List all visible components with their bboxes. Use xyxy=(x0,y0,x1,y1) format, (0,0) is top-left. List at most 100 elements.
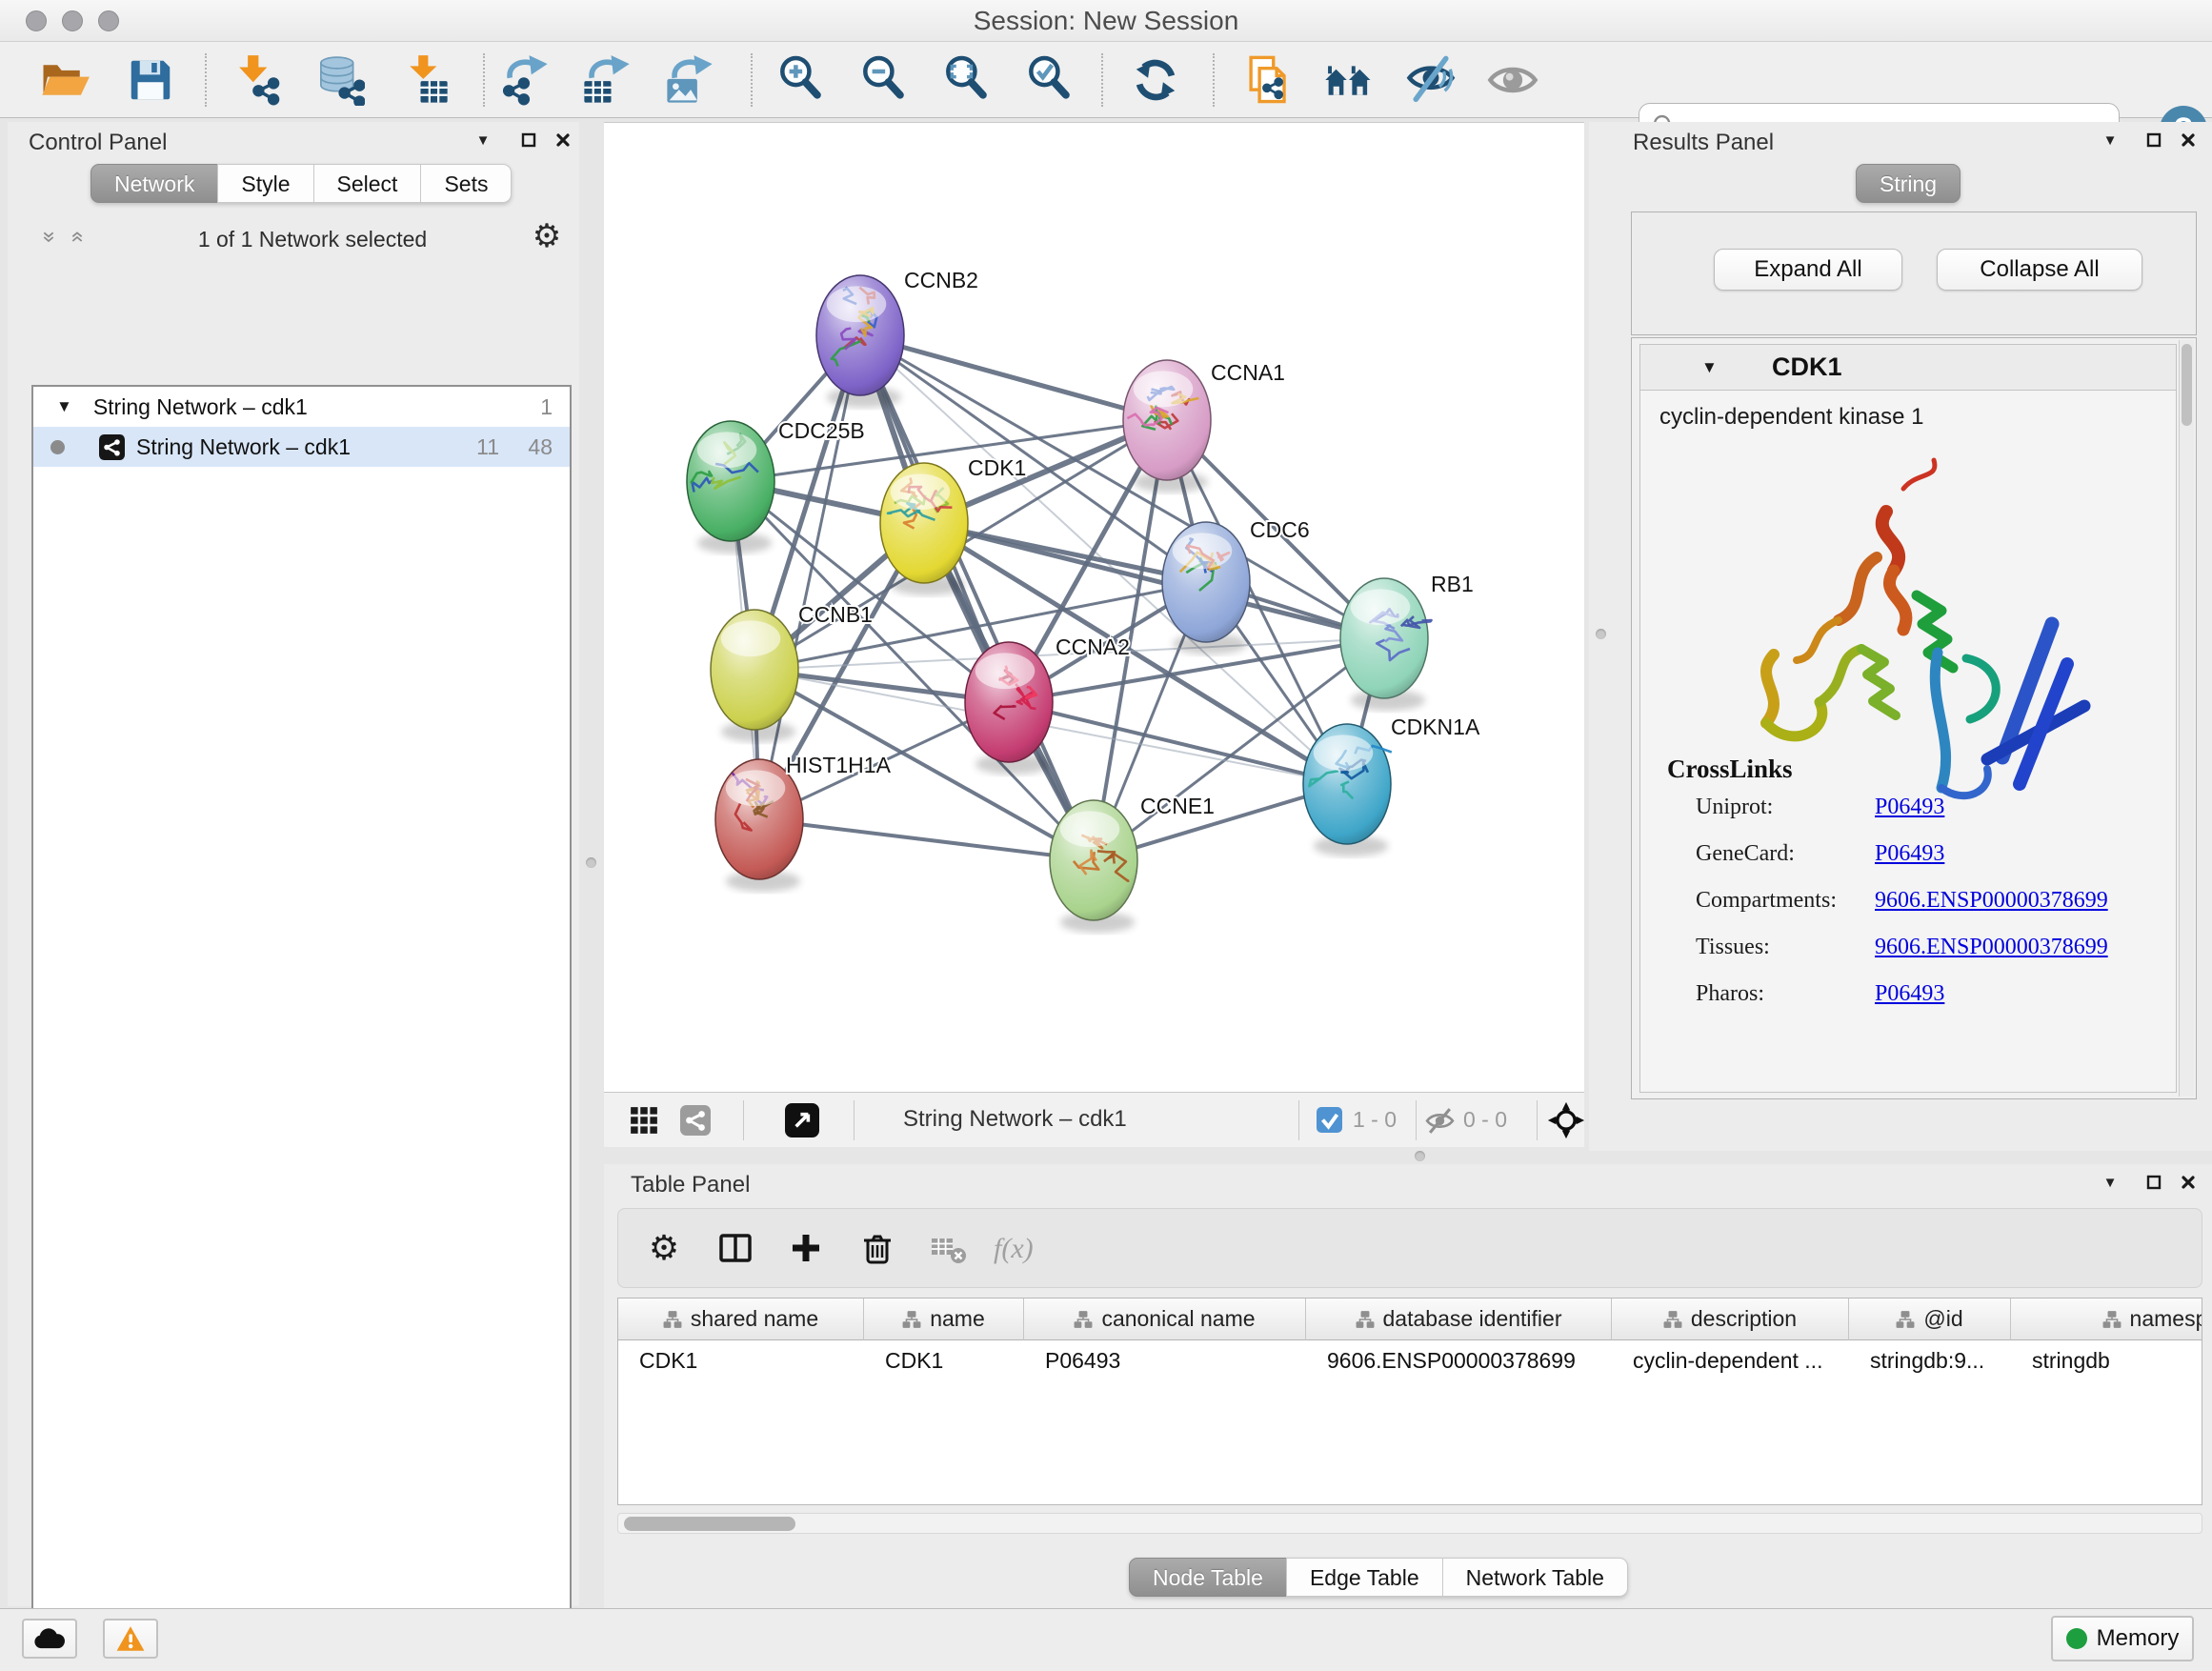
show-all-button[interactable] xyxy=(1487,54,1538,106)
table-panel-float-icon[interactable] xyxy=(2143,1172,2164,1193)
expand-all-button[interactable]: Expand All xyxy=(1714,249,1902,291)
table-cell[interactable]: cyclin-dependent ... xyxy=(1612,1340,1849,1380)
warnings-button[interactable] xyxy=(103,1619,158,1659)
column-header-namespace[interactable]: namespace xyxy=(2011,1299,2202,1340)
tab-network-table[interactable]: Network Table xyxy=(1442,1558,1628,1597)
network-node-CCNE1[interactable]: CCNE1 xyxy=(1050,794,1215,933)
apply-layout-button[interactable] xyxy=(1130,54,1181,106)
tab-node-table[interactable]: Node Table xyxy=(1129,1558,1287,1597)
control-panel-menu-icon[interactable]: ▼ xyxy=(473,130,493,151)
column-header--id[interactable]: @id xyxy=(1849,1299,2011,1340)
duplicate-network-button[interactable] xyxy=(1241,54,1293,106)
collapse-all-button[interactable]: Collapse All xyxy=(1937,249,2142,291)
network-node-CDC25B[interactable]: CDC25B xyxy=(687,418,865,554)
results-panel-float-icon[interactable] xyxy=(2143,130,2164,151)
network-edge[interactable] xyxy=(759,335,860,819)
tab-style[interactable]: Style xyxy=(217,164,313,203)
table-horizontal-scrollbar[interactable] xyxy=(617,1513,2202,1534)
results-panel-close-icon[interactable] xyxy=(2178,130,2199,151)
control-panel-float-icon[interactable] xyxy=(518,130,539,151)
selected-checkbox-icon[interactable] xyxy=(1317,1107,1342,1133)
fit-selected-crosshair-icon[interactable] xyxy=(1546,1100,1586,1140)
table-cell[interactable]: P06493 xyxy=(1024,1340,1306,1380)
network-edge[interactable] xyxy=(1009,702,1347,784)
grid-view-icon[interactable] xyxy=(629,1105,659,1136)
zoom-fit-button[interactable] xyxy=(941,54,993,106)
table-cell[interactable]: CDK1 xyxy=(864,1340,1024,1380)
first-neighbors-button[interactable] xyxy=(1323,54,1375,106)
table-cell[interactable]: stringdb:9... xyxy=(1849,1340,2011,1380)
table-cell[interactable]: 9606.ENSP00000378699 xyxy=(1306,1340,1612,1380)
crosslink-value-link[interactable]: P06493 xyxy=(1875,795,1944,820)
table-row[interactable]: CDK1CDK1P064939606.ENSP00000378699cyclin… xyxy=(618,1340,2202,1380)
results-scrollbar[interactable] xyxy=(2179,340,2194,1097)
export-network-button[interactable] xyxy=(499,54,551,106)
network-graph[interactable]: CCNB2 CCNA1 CDC25B CDK1 CDC6 RB1 CCNB1 xyxy=(604,123,1584,1093)
network-collection-row[interactable]: ▼ String Network – cdk1 1 xyxy=(33,387,570,427)
table-options-gear-icon[interactable]: ⚙ xyxy=(649,1228,679,1268)
column-header-description[interactable]: description xyxy=(1612,1299,1849,1340)
expand-all-networks-icon[interactable] xyxy=(65,225,90,250)
open-session-button[interactable] xyxy=(39,54,90,106)
gene-expander-icon[interactable]: ▼ xyxy=(1701,358,1718,377)
zoom-selected-button[interactable] xyxy=(1024,54,1076,106)
table-cell[interactable]: CDK1 xyxy=(618,1340,864,1380)
hidden-eye-icon[interactable] xyxy=(1425,1106,1455,1136)
add-column-icon[interactable] xyxy=(787,1229,825,1267)
left-splitter-handle[interactable] xyxy=(586,857,596,868)
table-panel-close-icon[interactable] xyxy=(2178,1172,2199,1193)
network-node-CCNA1[interactable]: CCNA1 xyxy=(1123,360,1285,493)
network-row-selected[interactable]: String Network – cdk1 11 48 xyxy=(33,427,570,467)
column-header-database-identifier[interactable]: database identifier xyxy=(1306,1299,1612,1340)
network-view-icon[interactable] xyxy=(680,1105,711,1136)
import-network-button[interactable] xyxy=(230,54,281,106)
table-panel-menu-icon[interactable]: ▼ xyxy=(2100,1172,2121,1193)
crosslink-value-link[interactable]: 9606.ENSP00000378699 xyxy=(1875,935,2108,960)
network-edge[interactable] xyxy=(860,335,1094,860)
crosslink-value-link[interactable]: P06493 xyxy=(1875,981,1944,1007)
network-node-RB1[interactable]: RB1 xyxy=(1340,572,1474,711)
network-node-CDKN1A[interactable]: CDKN1A xyxy=(1303,715,1480,856)
bottom-splitter-handle[interactable] xyxy=(1415,1151,1425,1161)
show-columns-icon[interactable] xyxy=(716,1229,754,1267)
network-canvas[interactable]: CCNB2 CCNA1 CDC25B CDK1 CDC6 RB1 CCNB1 xyxy=(604,122,1584,1092)
function-builder-icon[interactable]: f(x) xyxy=(988,1229,1049,1267)
table-cell[interactable]: stringdb xyxy=(2011,1340,2202,1380)
crosslink-value-link[interactable]: P06493 xyxy=(1875,841,1944,867)
network-node-HIST1H1A[interactable]: HIST1H1A xyxy=(715,753,892,892)
network-panel-options-gear-icon[interactable]: ⚙ xyxy=(530,219,564,253)
network-edge[interactable] xyxy=(924,523,1384,638)
export-image-button[interactable] xyxy=(664,54,715,106)
control-panel-close-icon[interactable] xyxy=(553,130,573,151)
memory-button[interactable]: Memory xyxy=(2051,1616,2194,1661)
tab-edge-table[interactable]: Edge Table xyxy=(1286,1558,1443,1597)
tab-network[interactable]: Network xyxy=(90,164,218,203)
zoom-out-button[interactable] xyxy=(858,54,910,106)
hide-selected-button[interactable] xyxy=(1405,54,1457,106)
network-node-CCNB2[interactable]: CCNB2 xyxy=(816,268,978,408)
tab-string[interactable]: String xyxy=(1856,164,1961,203)
right-splitter-handle[interactable] xyxy=(1596,629,1606,639)
results-panel-menu-icon[interactable]: ▼ xyxy=(2100,130,2121,151)
crosslink-value-link[interactable]: 9606.ENSP00000378699 xyxy=(1875,888,2108,914)
network-node-CDC6[interactable]: CDC6 xyxy=(1162,517,1310,654)
table-scrollbar-thumb[interactable] xyxy=(624,1517,795,1531)
import-network-database-button[interactable] xyxy=(313,54,365,106)
zoom-in-button[interactable] xyxy=(775,54,827,106)
column-header-name[interactable]: name xyxy=(864,1299,1024,1340)
import-table-button[interactable] xyxy=(399,54,451,106)
collapse-all-networks-icon[interactable] xyxy=(36,225,61,250)
network-edge[interactable] xyxy=(759,819,1094,860)
delete-column-icon[interactable] xyxy=(858,1229,896,1267)
tab-select[interactable]: Select xyxy=(313,164,422,203)
gene-section-header[interactable]: ▼ CDK1 xyxy=(1640,345,2176,391)
column-header-canonical-name[interactable]: canonical name xyxy=(1024,1299,1306,1340)
export-table-button[interactable] xyxy=(581,54,633,106)
column-header-shared-name[interactable]: shared name xyxy=(618,1299,864,1340)
delete-table-icon[interactable] xyxy=(929,1229,967,1267)
cloud-status-button[interactable] xyxy=(22,1619,77,1659)
birdseye-view-icon[interactable] xyxy=(785,1103,819,1137)
tab-sets[interactable]: Sets xyxy=(420,164,512,203)
collection-expander-icon[interactable]: ▼ xyxy=(56,397,72,416)
results-scrollbar-thumb[interactable] xyxy=(2182,344,2192,426)
